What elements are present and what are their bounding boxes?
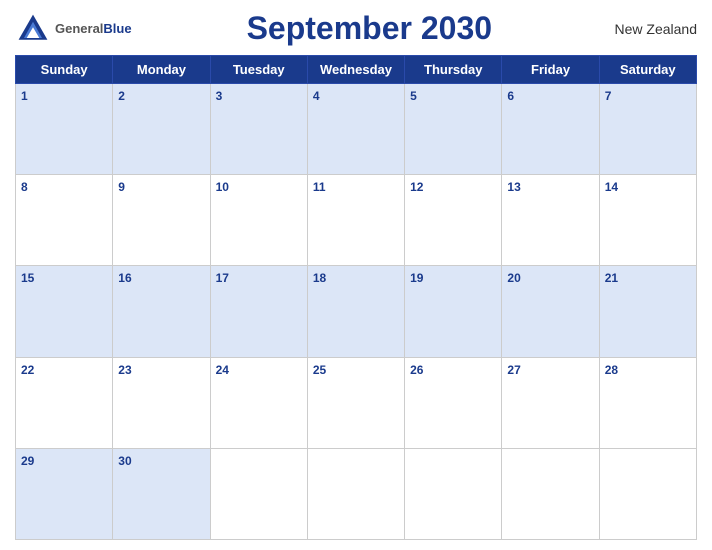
calendar-cell: 28 xyxy=(599,357,696,448)
calendar-week-row: 22 23 24 25 26 27 28 xyxy=(16,357,697,448)
calendar-cell: 20 xyxy=(502,266,599,357)
col-friday: Friday xyxy=(502,56,599,84)
day-number: 14 xyxy=(605,180,618,194)
col-monday: Monday xyxy=(113,56,210,84)
day-number: 8 xyxy=(21,180,28,194)
logo-general: General xyxy=(55,21,103,36)
calendar-table: Sunday Monday Tuesday Wednesday Thursday… xyxy=(15,55,697,540)
calendar-cell: 10 xyxy=(210,175,307,266)
calendar-cell xyxy=(210,448,307,539)
calendar-cell: 6 xyxy=(502,84,599,175)
calendar-cell: 4 xyxy=(307,84,404,175)
col-saturday: Saturday xyxy=(599,56,696,84)
calendar-cell: 8 xyxy=(16,175,113,266)
calendar-title: September 2030 xyxy=(132,10,607,47)
col-wednesday: Wednesday xyxy=(307,56,404,84)
day-number: 22 xyxy=(21,363,34,377)
calendar-cell: 2 xyxy=(113,84,210,175)
day-number: 9 xyxy=(118,180,125,194)
calendar-week-row: 1 2 3 4 5 6 7 xyxy=(16,84,697,175)
calendar-cell: 22 xyxy=(16,357,113,448)
calendar-cell: 3 xyxy=(210,84,307,175)
calendar-body: 1234567891011121314151617181920212223242… xyxy=(16,84,697,540)
day-number: 19 xyxy=(410,271,423,285)
col-tuesday: Tuesday xyxy=(210,56,307,84)
day-number: 18 xyxy=(313,271,326,285)
day-number: 21 xyxy=(605,271,618,285)
calendar-cell: 24 xyxy=(210,357,307,448)
calendar-cell: 17 xyxy=(210,266,307,357)
calendar-cell: 25 xyxy=(307,357,404,448)
day-number: 6 xyxy=(507,89,514,103)
calendar-cell xyxy=(599,448,696,539)
day-number: 25 xyxy=(313,363,326,377)
calendar-cell: 11 xyxy=(307,175,404,266)
day-number: 27 xyxy=(507,363,520,377)
calendar-cell: 30 xyxy=(113,448,210,539)
calendar-cell: 15 xyxy=(16,266,113,357)
day-number: 12 xyxy=(410,180,423,194)
calendar-cell: 21 xyxy=(599,266,696,357)
day-number: 16 xyxy=(118,271,131,285)
day-number: 4 xyxy=(313,89,320,103)
day-number: 23 xyxy=(118,363,131,377)
calendar-cell: 29 xyxy=(16,448,113,539)
calendar-cell: 23 xyxy=(113,357,210,448)
day-number: 29 xyxy=(21,454,34,468)
calendar-header: GeneralBlue September 2030 New Zealand xyxy=(15,10,697,47)
day-number: 15 xyxy=(21,271,34,285)
day-number: 7 xyxy=(605,89,612,103)
day-number: 20 xyxy=(507,271,520,285)
day-number: 13 xyxy=(507,180,520,194)
logo: GeneralBlue xyxy=(15,11,132,47)
calendar-cell: 27 xyxy=(502,357,599,448)
calendar-cell xyxy=(307,448,404,539)
calendar-week-row: 15 16 17 18 19 20 21 xyxy=(16,266,697,357)
day-number: 2 xyxy=(118,89,125,103)
calendar-cell: 13 xyxy=(502,175,599,266)
col-thursday: Thursday xyxy=(405,56,502,84)
calendar-cell: 7 xyxy=(599,84,696,175)
calendar-header-row: Sunday Monday Tuesday Wednesday Thursday… xyxy=(16,56,697,84)
logo-icon xyxy=(15,11,51,47)
calendar-week-row: 29 30 xyxy=(16,448,697,539)
calendar-cell: 19 xyxy=(405,266,502,357)
calendar-cell: 16 xyxy=(113,266,210,357)
calendar-cell: 12 xyxy=(405,175,502,266)
logo-blue: Blue xyxy=(103,21,131,36)
calendar-cell: 9 xyxy=(113,175,210,266)
calendar-cell: 5 xyxy=(405,84,502,175)
day-number: 26 xyxy=(410,363,423,377)
calendar-cell: 14 xyxy=(599,175,696,266)
day-number: 10 xyxy=(216,180,229,194)
country-label: New Zealand xyxy=(607,21,697,37)
calendar-cell xyxy=(405,448,502,539)
calendar-cell: 1 xyxy=(16,84,113,175)
day-number: 5 xyxy=(410,89,417,103)
day-number: 28 xyxy=(605,363,618,377)
calendar-week-row: 8 9 10 11 12 13 14 xyxy=(16,175,697,266)
day-number: 17 xyxy=(216,271,229,285)
day-number: 30 xyxy=(118,454,131,468)
day-number: 24 xyxy=(216,363,229,377)
calendar-cell: 26 xyxy=(405,357,502,448)
day-number: 3 xyxy=(216,89,223,103)
day-number: 1 xyxy=(21,89,28,103)
day-number: 11 xyxy=(313,180,326,194)
calendar-cell xyxy=(502,448,599,539)
calendar-cell: 18 xyxy=(307,266,404,357)
col-sunday: Sunday xyxy=(16,56,113,84)
